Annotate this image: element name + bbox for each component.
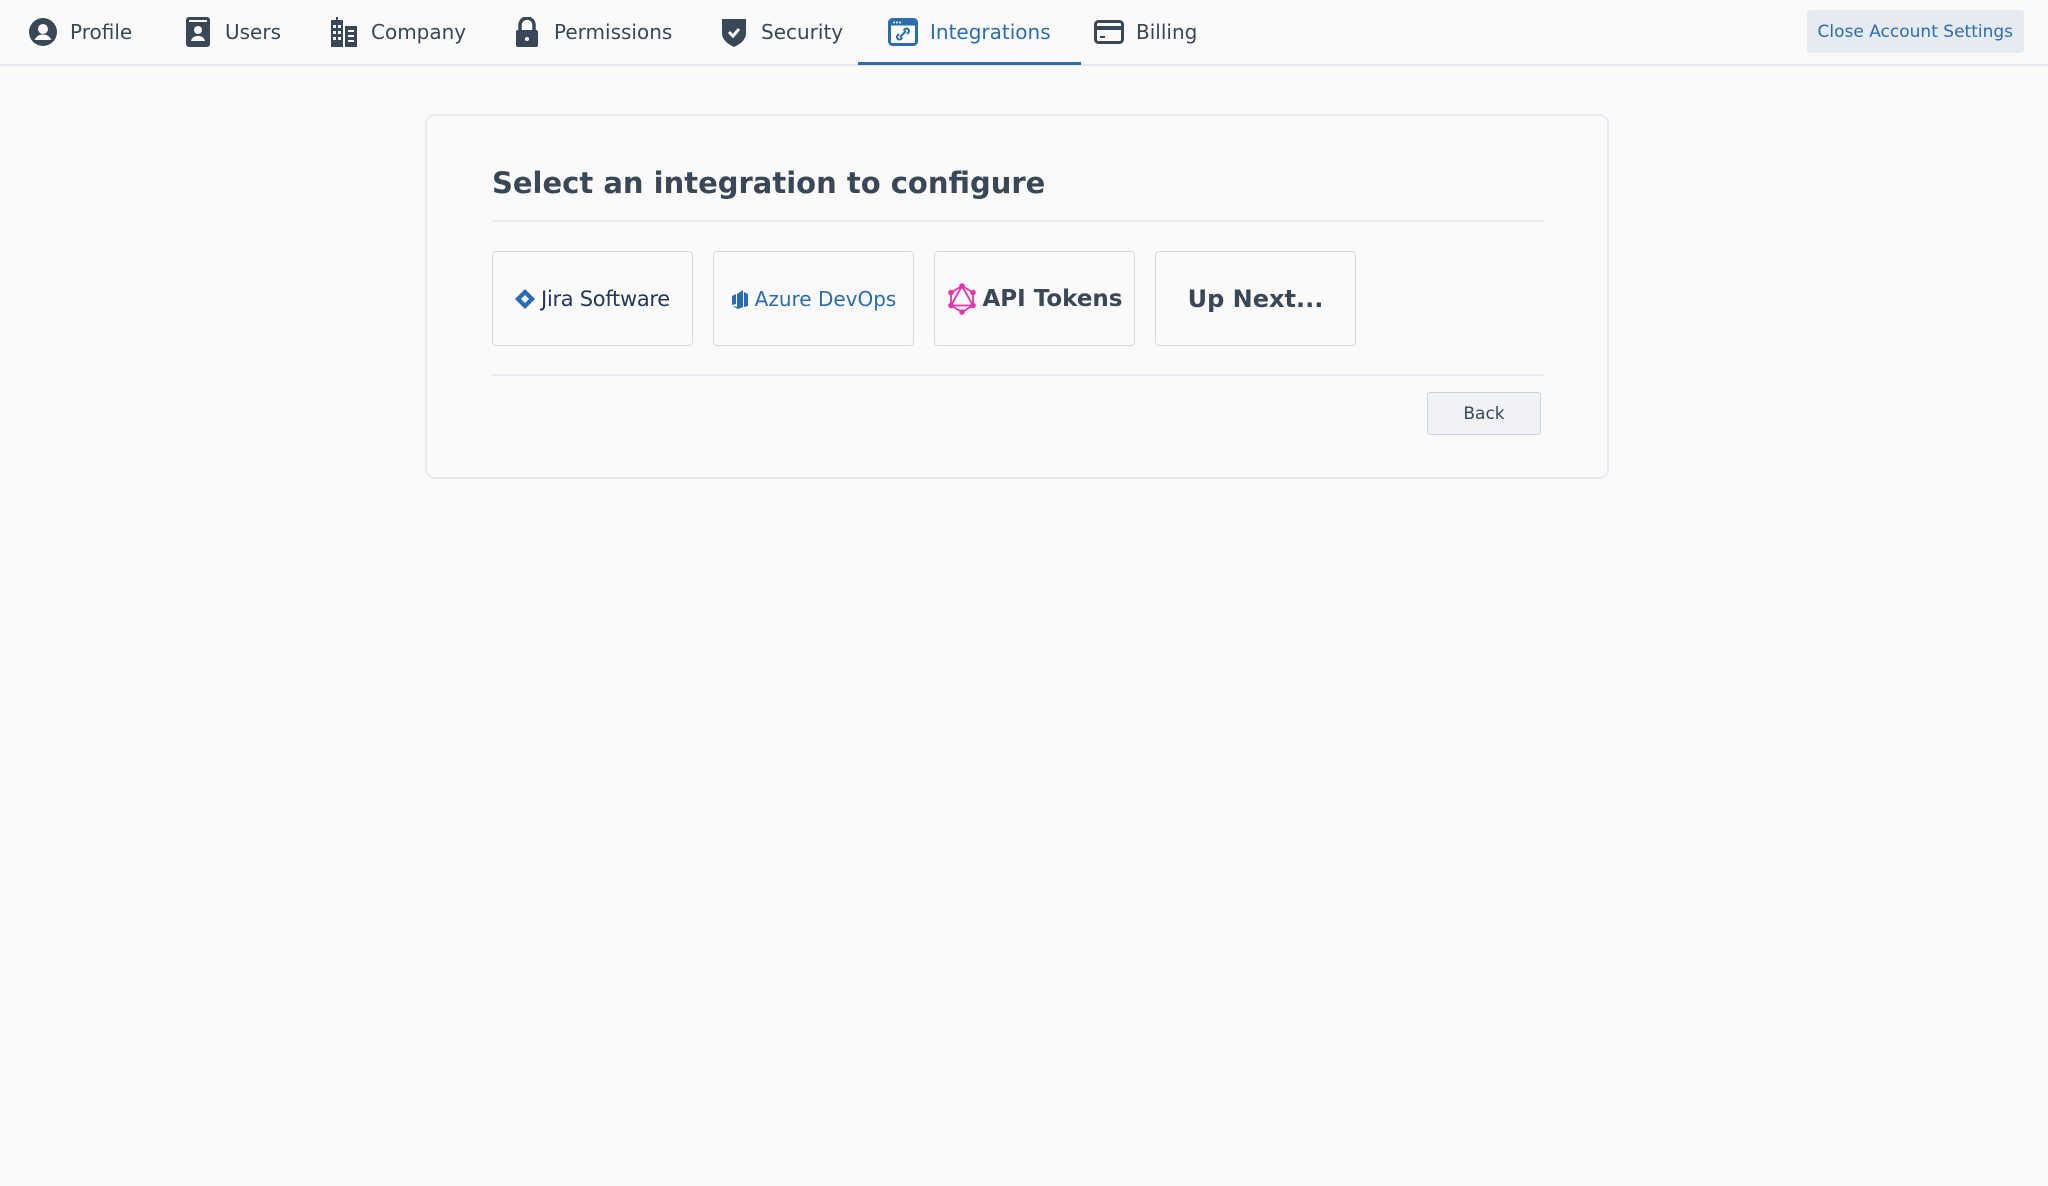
tab-company[interactable]: Company [329,0,466,64]
integration-list: Jira Software Azure DevOps API Tokens Up… [492,251,1356,346]
integration-label: Azure DevOps [754,286,897,311]
tab-users[interactable]: Users [183,0,281,64]
tab-billing[interactable]: Billing [1094,0,1197,64]
tab-label: Permissions [554,20,673,44]
buildings-icon [329,17,359,47]
lock-icon [512,17,542,47]
integration-jira-software[interactable]: Jira Software [492,251,693,346]
integration-label: Up Next... [1187,284,1324,313]
link-window-icon [888,17,918,47]
tab-permissions[interactable]: Permissions [512,0,672,64]
user-badge-icon [183,17,213,47]
tab-integrations[interactable]: Integrations [858,0,1081,65]
divider [492,374,1544,376]
tab-security[interactable]: Security [719,0,843,64]
tab-label: Users [225,20,282,44]
integration-api-tokens[interactable]: API Tokens [934,251,1135,346]
tab-label: Profile [70,20,133,44]
integration-selection-card: Select an integration to configure Jira … [425,114,1609,479]
jira-logo-icon [515,288,536,309]
integration-up-next[interactable]: Up Next... [1155,251,1356,346]
top-navigation-bar: Profile Users Company Permissions Securi… [0,0,2048,66]
azure-devops-logo-icon [731,289,748,309]
tab-label: Company [371,20,467,44]
integration-label: API Tokens [982,285,1123,312]
integration-label: Jira Software [541,286,670,311]
close-account-settings-button[interactable]: Close Account Settings [1806,10,2024,53]
divider [492,220,1544,222]
graphql-logo-icon [947,282,976,315]
shield-check-icon [719,17,749,47]
back-button[interactable]: Back [1427,392,1541,435]
tab-label: Security [761,20,844,44]
tab-profile[interactable]: Profile [28,0,132,64]
integration-azure-devops[interactable]: Azure DevOps [713,251,914,346]
tab-label: Billing [1136,20,1198,44]
user-circle-icon [28,17,58,47]
tab-label: Integrations [930,20,1051,44]
credit-card-icon [1094,17,1124,47]
page-title: Select an integration to configure [492,166,1046,200]
